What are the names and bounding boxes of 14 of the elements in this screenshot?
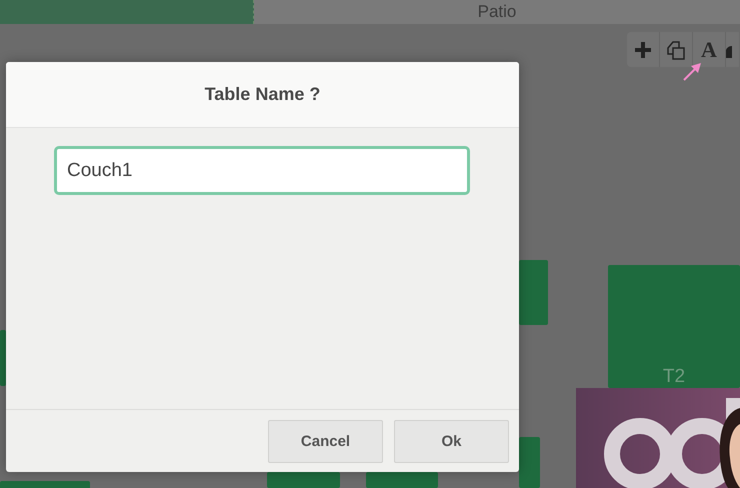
- cancel-button[interactable]: Cancel: [268, 420, 383, 462]
- input-field[interactable]: Couch1: [54, 146, 470, 195]
- copy-icon: [666, 40, 686, 60]
- table-shape[interactable]: [519, 260, 548, 325]
- table-shape[interactable]: [519, 437, 540, 488]
- arrow-icon: [683, 62, 702, 81]
- table-shape[interactable]: [0, 330, 6, 386]
- floor-tab[interactable]: [0, 0, 254, 24]
- dialog-title: Table Name ?: [204, 84, 320, 105]
- plus-icon: [635, 42, 651, 58]
- table-shape[interactable]: [267, 472, 340, 488]
- ok-button[interactable]: Ok: [394, 420, 509, 462]
- table-shape[interactable]: [366, 472, 438, 488]
- table-label: T2: [662, 366, 686, 388]
